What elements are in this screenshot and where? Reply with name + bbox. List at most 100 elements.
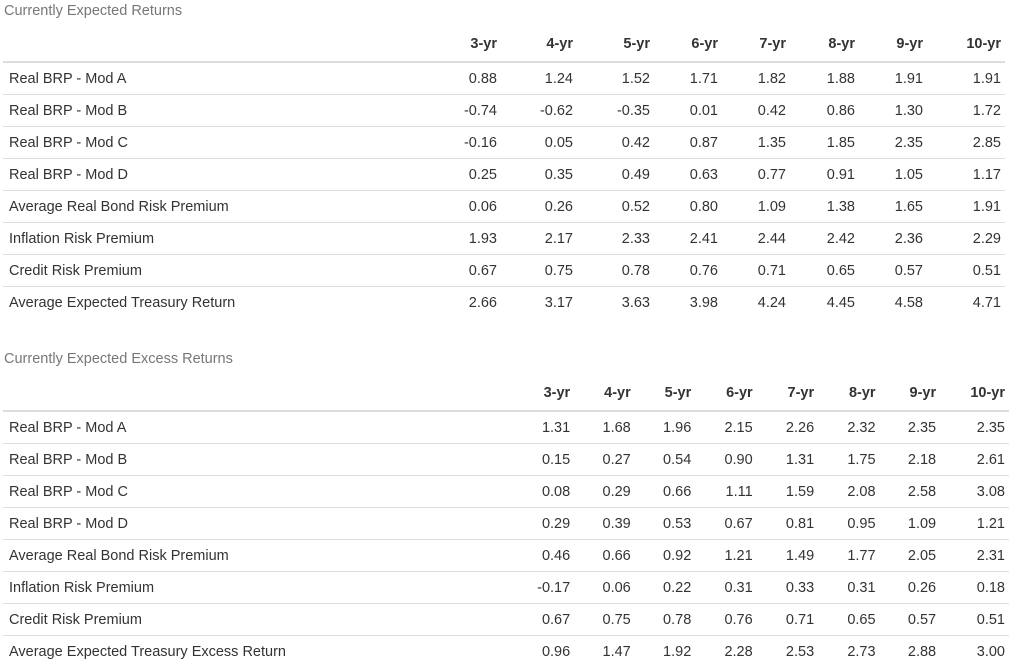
value-cell: 0.63 (654, 158, 722, 191)
row-label: Average Expected Treasury Return (9, 294, 236, 311)
value-cell: 0.05 (501, 126, 577, 159)
value-cell: 2.17 (501, 222, 577, 255)
value-cell: 2.29 (927, 222, 1005, 255)
value-cell: 0.92 (634, 539, 696, 572)
value-cell: 2.08 (818, 475, 880, 508)
value-cell: 2.53 (785, 643, 815, 660)
value-cell: 2.15 (695, 411, 757, 444)
value-cell: 0.75 (574, 603, 635, 636)
value-cell: 3.17 (544, 294, 573, 311)
row-label: Credit Risk Premium (3, 603, 513, 636)
value-cell: 0.67 (431, 254, 501, 287)
value-cell: 1.75 (818, 443, 880, 476)
value-cell: 2.88 (907, 643, 937, 660)
value-cell: 2.35 (859, 126, 927, 159)
value-cell: 1.77 (818, 539, 880, 572)
row-label: Real BRP - Mod B (3, 94, 431, 127)
value-cell: 1.92 (663, 643, 692, 660)
value-cell: 3.08 (940, 475, 1009, 508)
table-row: Average Real Bond Risk Premium 0.46 0.66 0.… (3, 539, 1009, 572)
value-cell: 2.18 (879, 443, 941, 476)
value-cell: 1.31 (756, 443, 819, 476)
value-cell: 0.57 (879, 603, 941, 636)
value-cell: 0.42 (722, 94, 790, 127)
row-label: Real BRP - Mod C (3, 126, 431, 159)
column-header: 8-yr (790, 27, 859, 63)
value-cell: 0.26 (501, 190, 577, 223)
row-label: Real BRP - Mod A (3, 62, 431, 95)
table-row: Real BRP - Mod B -0.74 -0.62 -0.35 0.01 0.42 0… (3, 94, 1005, 127)
value-cell: 0.52 (577, 190, 654, 223)
column-header: 5-yr (634, 376, 696, 412)
value-cell: 0.29 (574, 475, 635, 508)
row-label: Average Real Bond Risk Premium (3, 190, 431, 223)
value-cell: 1.17 (927, 158, 1005, 191)
value-cell: 1.35 (722, 126, 790, 159)
value-cell: 1.91 (859, 62, 927, 95)
value-cell: 0.80 (654, 190, 722, 223)
expected-returns-caption: Currently Expected Returns (4, 3, 183, 19)
row-label: Real BRP - Mod A (3, 411, 513, 444)
table-row: Average Expected Treasury Return 2.66 3.17… (3, 287, 1005, 319)
value-cell: -0.16 (431, 126, 501, 159)
table-row: Average Real Bond Risk Premium 0.06 0.26 0.… (3, 190, 1005, 223)
value-cell: 2.26 (756, 411, 819, 444)
value-cell: 0.06 (574, 571, 635, 604)
table-header-row: 3-yr 4-yr 5-yr 6-yr 7-yr 8-yr 9-yr 10-yr (3, 27, 1005, 63)
value-cell: 1.93 (431, 222, 501, 255)
value-cell: 1.96 (634, 411, 696, 444)
value-cell: 0.77 (722, 158, 790, 191)
column-header: 9-yr (859, 27, 927, 63)
value-cell: 0.91 (790, 158, 859, 191)
value-cell: 2.35 (879, 411, 941, 444)
row-label: Average Real Bond Risk Premium (3, 539, 513, 572)
table-row: Inflation Risk Premium 1.93 2.17 2.33 2.41 2.… (3, 222, 1005, 255)
table-row: Average Expected Treasury Excess Return 0… (3, 636, 1009, 667)
value-cell: 0.35 (501, 158, 577, 191)
value-cell: 0.39 (574, 507, 635, 540)
column-header: 10-yr (940, 376, 1009, 412)
value-cell: 0.08 (512, 475, 575, 508)
table-row: Inflation Risk Premium -0.17 0.06 0.22 0.31 0… (3, 571, 1009, 604)
value-cell: 2.31 (940, 539, 1009, 572)
table-row: Real BRP - Mod C -0.16 0.05 0.42 0.87 1.35 1.8… (3, 126, 1005, 159)
value-cell: 1.85 (790, 126, 859, 159)
value-cell: 2.61 (940, 443, 1009, 476)
value-cell: 0.06 (431, 190, 501, 223)
value-cell: 0.15 (512, 443, 575, 476)
value-cell: -0.17 (512, 571, 575, 604)
value-cell: 2.44 (722, 222, 790, 255)
value-cell: 1.21 (940, 507, 1009, 540)
value-cell: 1.11 (695, 475, 757, 508)
value-cell: 0.46 (512, 539, 575, 572)
value-cell: 0.88 (431, 62, 501, 95)
value-cell: 0.49 (577, 158, 654, 191)
table-row: Real BRP - Mod B 0.15 0.27 0.54 0.90 1.31 1.75… (3, 443, 1009, 476)
row-label: Real BRP - Mod C (3, 475, 513, 508)
value-cell: 0.71 (756, 603, 819, 636)
column-header: 4-yr (501, 27, 577, 63)
value-cell: 0.66 (634, 475, 696, 508)
value-cell: 1.30 (859, 94, 927, 127)
row-label-header (3, 27, 431, 63)
value-cell: 4.24 (757, 294, 786, 311)
column-header: 9-yr (879, 376, 941, 412)
row-label: Real BRP - Mod D (3, 507, 513, 540)
value-cell: 0.67 (695, 507, 757, 540)
value-cell: 0.95 (818, 507, 880, 540)
table-row: Real BRP - Mod A 1.31 1.68 1.96 2.15 2.26 2.32… (3, 411, 1009, 444)
value-cell: 0.51 (927, 254, 1005, 287)
value-cell: 0.81 (756, 507, 819, 540)
value-cell: 3.63 (621, 294, 650, 311)
value-cell: 1.38 (790, 190, 859, 223)
value-cell: 0.87 (654, 126, 722, 159)
value-cell: 2.32 (818, 411, 880, 444)
value-cell: 0.57 (859, 254, 927, 287)
value-cell: 0.31 (818, 571, 880, 604)
value-cell: -0.74 (431, 94, 501, 127)
value-cell: 3.98 (689, 294, 718, 311)
value-cell: 0.22 (634, 571, 696, 604)
table-row: Real BRP - Mod C 0.08 0.29 0.66 1.11 1.59 2.08… (3, 475, 1009, 508)
value-cell: 0.65 (790, 254, 859, 287)
value-cell: 0.01 (654, 94, 722, 127)
